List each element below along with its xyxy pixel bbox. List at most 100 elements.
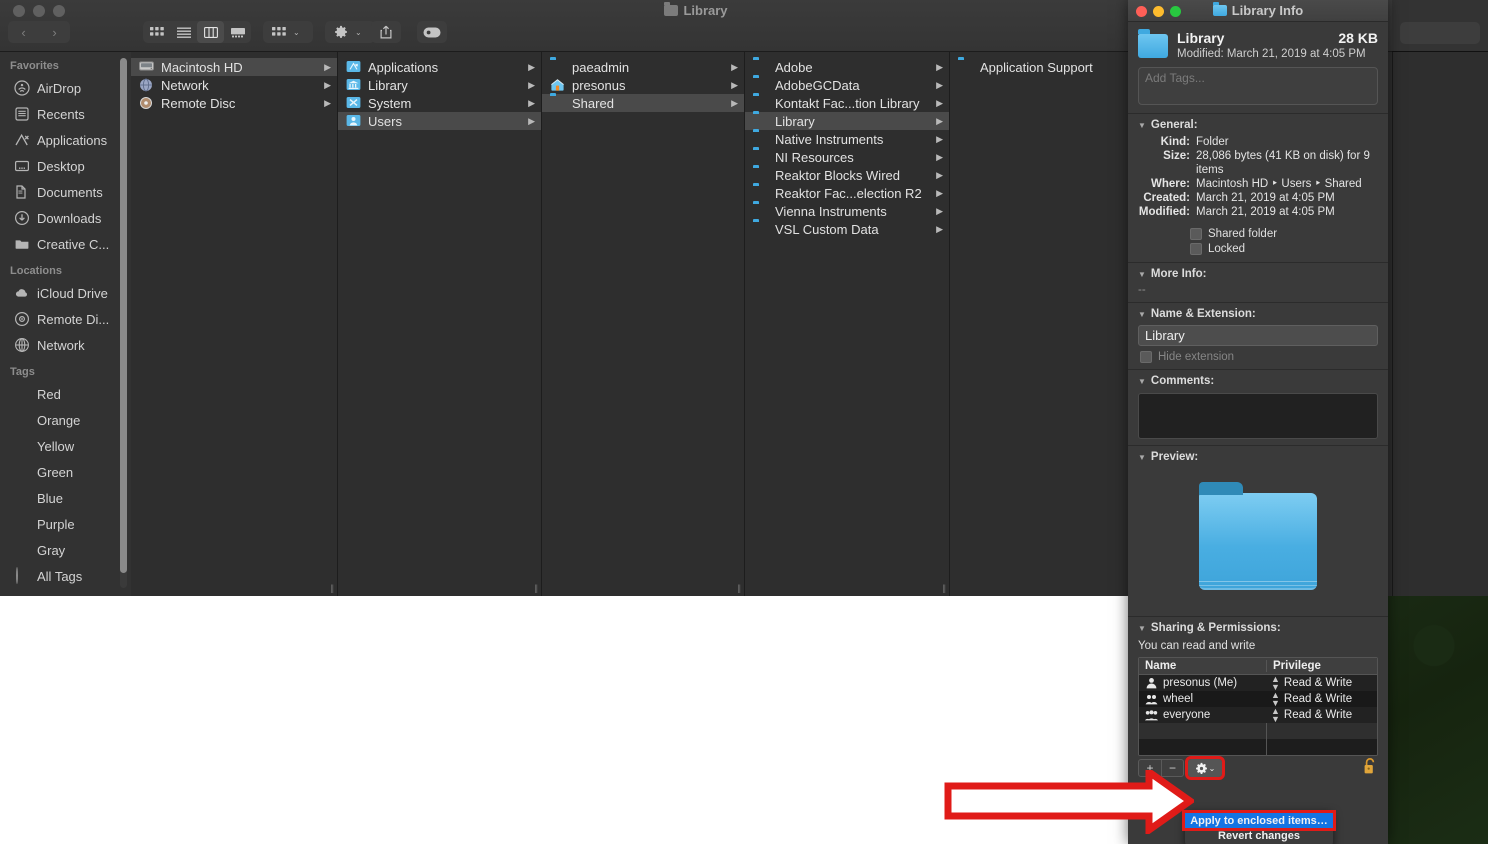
menu-item-revert-changes[interactable]: Revert changes [1185,828,1333,843]
action-menu-button[interactable]: ⌄ [325,21,375,43]
locked-checkbox-row[interactable]: Locked [1128,243,1380,255]
file-name-input[interactable]: Library [1138,325,1378,346]
sidebar-tag-green[interactable]: Green [0,459,131,485]
column-row-paeadmin[interactable]: paeadmin ▶ [542,58,744,76]
triangle-down-icon: ▼ [1138,269,1146,279]
column-view-button[interactable] [197,21,224,43]
column-row-applications[interactable]: Applications ▶ [338,58,541,76]
sidebar-item-label: Desktop [37,158,85,174]
disclosure-arrow-icon: ▶ [936,61,943,72]
permissions-row[interactable]: everyone ▲ ▼ Read & Write [1139,707,1377,724]
preview-section-header[interactable]: ▼ Preview: [1128,446,1388,466]
group-by-button[interactable]: ⌄ [263,21,313,43]
sidebar-item-downloads[interactable]: Downloads [0,205,131,231]
more-info-section-header[interactable]: ▼ More Info: [1128,263,1388,283]
permissions-context-menu[interactable]: Apply to enclosed items… Revert changes [1182,810,1336,844]
gallery-view-button[interactable] [224,21,251,43]
checkbox[interactable] [1190,228,1202,240]
background-window[interactable] [1392,0,1488,596]
hide-extension-checkbox-row[interactable]: Hide extension [1128,351,1388,363]
icon-view-button[interactable] [143,21,170,43]
tag-dot-icon [14,438,30,454]
column-resize-handle[interactable]: || [737,583,741,593]
column-row-shared[interactable]: Shared ▶ [542,94,744,112]
users-folder-icon [346,114,361,129]
sidebar-tag-gray[interactable]: Gray [0,537,131,563]
column-row-ni-resources[interactable]: NI Resources ▶ [745,148,949,166]
checkbox[interactable] [1190,243,1202,255]
share-button[interactable] [371,21,401,43]
column-row-label: Kontakt Fac...tion Library [775,95,920,111]
sidebar-item-desktop[interactable]: Desktop [0,153,131,179]
permissions-table[interactable]: Name Privilege presonus (Me) ▲ ▼ Read & W… [1138,657,1378,756]
column-resize-handle[interactable]: || [330,583,334,593]
column-row-vienna-instruments[interactable]: Vienna Instruments ▶ [745,202,949,220]
add-tags-field[interactable]: Add Tags... [1138,67,1378,105]
info-row-key: Size: [1163,150,1190,162]
name-extension-section-header[interactable]: ▼ Name & Extension: [1128,303,1388,323]
edit-tags-button[interactable] [417,21,447,43]
column-row-library[interactable]: Library ▶ [338,76,541,94]
column-row-network[interactable]: Network ▶ [131,76,337,94]
column-row-adobe[interactable]: Adobe ▶ [745,58,949,76]
column-row-library[interactable]: Library ▶ [745,112,949,130]
unlocked-lock-icon[interactable] [1362,757,1378,775]
sidebar-tag-purple[interactable]: Purple [0,511,131,537]
column-row-kontakt-factory-library[interactable]: Kontakt Fac...tion Library ▶ [745,94,949,112]
sidebar-item-network[interactable]: Network [0,332,131,358]
forward-button[interactable]: › [39,21,70,43]
sidebar-item-icloud-drive[interactable]: iCloud Drive [0,280,131,306]
column-row-reaktor-factory-selection-r2[interactable]: Reaktor Fac...election R2 ▶ [745,184,949,202]
stepper-icon[interactable]: ▲ ▼ [1271,707,1280,724]
column-volumes[interactable]: Macintosh HD ▶ Network ▶ Remote Disc ▶ |… [131,52,338,596]
column-row-label: Library [775,113,815,129]
sidebar-item-documents[interactable]: Documents [0,179,131,205]
shared-folder-checkbox-row[interactable]: Shared folder [1128,228,1380,240]
column-row-users[interactable]: Users ▶ [338,112,541,130]
sharing-permissions-section-header[interactable]: ▼ Sharing & Permissions: [1128,617,1388,637]
menu-item-apply-to-enclosed-items[interactable]: Apply to enclosed items… [1182,810,1336,831]
sidebar-scrollbar[interactable] [120,58,127,588]
column-row-system[interactable]: System ▶ [338,94,541,112]
sidebar-tag-all-tags[interactable]: All Tags [0,563,131,589]
column-users[interactable]: paeadmin ▶ presonus ▶ Shared ▶ || [542,52,745,596]
checkbox[interactable] [1140,351,1152,363]
sidebar-item-airdrop[interactable]: AirDrop [0,75,131,101]
sidebar-item-recents[interactable]: Recents [0,101,131,127]
icon-view-icon [149,26,164,36]
list-view-button[interactable] [170,21,197,43]
sidebar-tag-yellow[interactable]: Yellow [0,433,131,459]
general-section-header[interactable]: ▼ General: [1128,114,1388,134]
column-row-adobegcdata[interactable]: AdobeGCData ▶ [745,76,949,94]
finder-sidebar[interactable]: Favorites AirDrop Recents Applications D… [0,52,131,596]
folder-icon [1212,2,1227,16]
sidebar-item-label: Downloads [37,210,102,226]
sidebar-tag-blue[interactable]: Blue [0,485,131,511]
sidebar-tag-red[interactable]: Red [0,381,131,407]
column-row-reaktor-blocks-wired[interactable]: Reaktor Blocks Wired ▶ [745,166,949,184]
tag-dot-icon [14,516,30,532]
sidebar-item-applications[interactable]: Applications [0,127,131,153]
permissions-row[interactable]: wheel ▲ ▼ Read & Write [1139,691,1377,708]
column-row-remote-disc[interactable]: Remote Disc ▶ [131,94,337,112]
column-row-macintosh-hd[interactable]: Macintosh HD ▶ [131,58,337,76]
column-macintosh-hd[interactable]: Applications ▶ Library ▶ System ▶ Users … [338,52,542,596]
column-shared[interactable]: Adobe ▶ AdobeGCData ▶ Kontakt Fac...tion… [745,52,950,596]
disclosure-arrow-icon: ▶ [324,79,331,90]
comments-textarea[interactable] [1138,393,1378,439]
comments-section-header[interactable]: ▼ Comments: [1128,370,1388,390]
column-resize-handle[interactable]: || [534,583,538,593]
stepper-icon[interactable]: ▲ ▼ [1271,675,1280,692]
column-resize-handle[interactable]: || [942,583,946,593]
stepper-icon[interactable]: ▲ ▼ [1271,691,1280,708]
add-tags-placeholder: Add Tags... [1145,71,1205,85]
background-window-search-field[interactable] [1400,22,1480,44]
sidebar-tag-orange[interactable]: Orange [0,407,131,433]
sidebar-item-remote-disc[interactable]: Remote Di... [0,306,131,332]
sidebar-item-creative-cloud[interactable]: Creative C... [0,231,131,257]
column-row-native-instruments[interactable]: Native Instruments ▶ [745,130,949,148]
back-button[interactable]: ‹ [8,21,39,43]
column-row-vsl-custom-data[interactable]: VSL Custom Data ▶ [745,220,949,238]
column-row-presonus[interactable]: presonus ▶ [542,76,744,94]
permissions-row[interactable]: presonus (Me) ▲ ▼ Read & Write [1139,675,1377,692]
